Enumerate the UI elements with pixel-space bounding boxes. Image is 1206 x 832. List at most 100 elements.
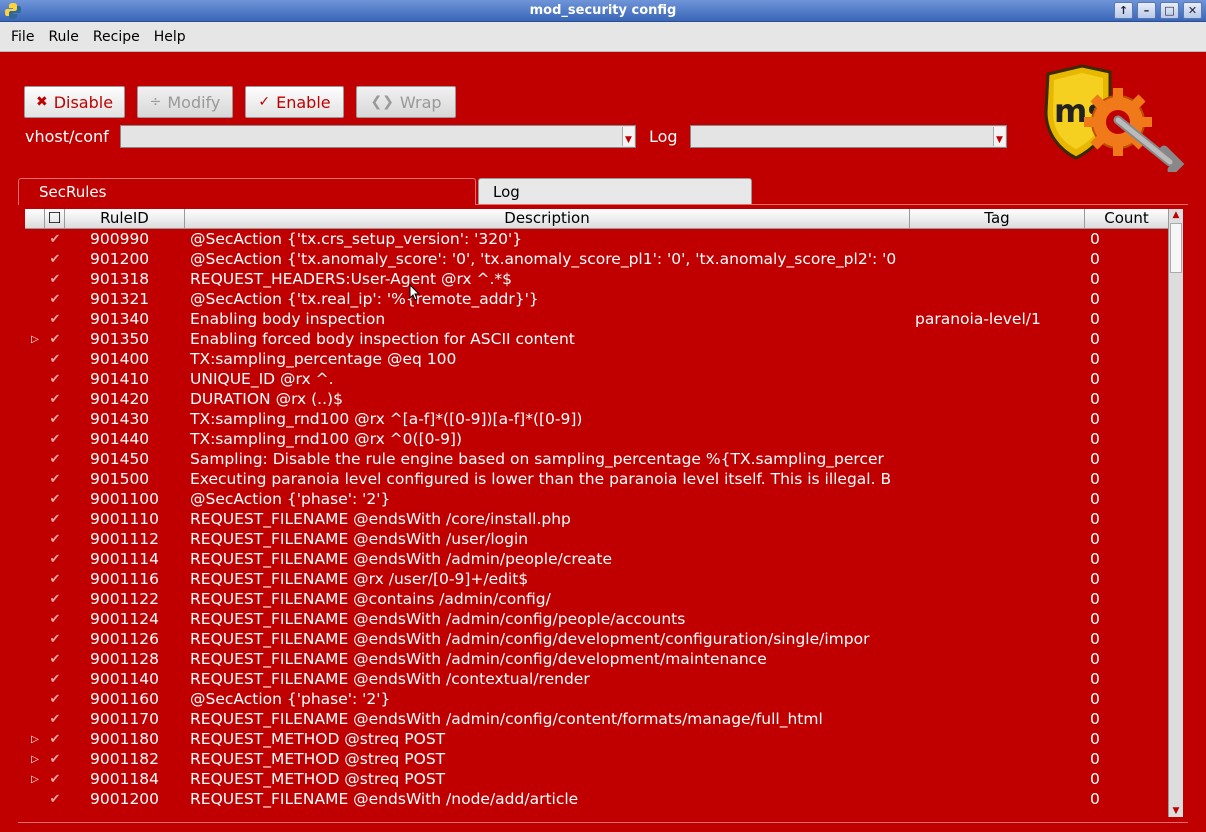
rule-id: 901318 bbox=[90, 270, 150, 288]
scroll-thumb[interactable] bbox=[1170, 223, 1182, 273]
row-check-icon[interactable]: ✔ bbox=[45, 472, 65, 487]
menu-recipe[interactable]: Recipe bbox=[86, 29, 147, 45]
row-check-icon[interactable]: ✔ bbox=[45, 452, 65, 467]
row-check-icon[interactable]: ✔ bbox=[45, 632, 65, 647]
table-row[interactable]: ✔ 901440 TX:sampling_rnd100 @rx ^0([0-9]) 0 bbox=[25, 429, 1168, 449]
log-select[interactable]: ▼ bbox=[690, 125, 1007, 148]
table-row[interactable]: ▷ ✔ 9001184 REQUEST_METHOD @streq POST 0 bbox=[25, 769, 1168, 789]
close-button[interactable]: ✕ bbox=[1183, 2, 1202, 19]
maximize-button[interactable]: □ bbox=[1160, 2, 1179, 19]
log-label: Log bbox=[649, 127, 678, 146]
menu-file[interactable]: File bbox=[4, 29, 41, 45]
rule-description: @SecAction {'tx.real_ip': '%{remote_addr… bbox=[190, 290, 539, 308]
chevron-down-icon[interactable]: ▼ bbox=[622, 127, 634, 146]
table-row[interactable]: ✔ 901318 REQUEST_HEADERS:User-Agent @rx ^.… bbox=[25, 269, 1168, 289]
table-row[interactable]: ✔ 901200 @SecAction {'tx.anomaly_score': '… bbox=[25, 249, 1168, 269]
row-check-icon[interactable]: ✔ bbox=[45, 392, 65, 407]
scroll-up-icon[interactable]: ▲ bbox=[1169, 209, 1183, 221]
modify-label: Modify bbox=[167, 92, 221, 112]
table-row[interactable]: ✔ 901340 Enabling body inspection paranoia-… bbox=[25, 309, 1168, 329]
rule-count: 0 bbox=[1090, 630, 1100, 648]
table-row[interactable]: ✔ 9001200 REQUEST_FILENAME @endsWith /node… bbox=[25, 789, 1168, 809]
table-row[interactable]: ✔ 901500 Executing paranoia level configur… bbox=[25, 469, 1168, 489]
row-check-icon[interactable]: ✔ bbox=[45, 572, 65, 587]
row-check-icon[interactable]: ✔ bbox=[45, 532, 65, 547]
select-all-checkbox[interactable]: ☐ bbox=[45, 209, 65, 229]
count-column-header[interactable]: Count bbox=[1085, 209, 1168, 229]
scroll-down-icon[interactable]: ▼ bbox=[1169, 805, 1183, 817]
table-row[interactable]: ✔ 9001140 REQUEST_FILENAME @endsWith /cont… bbox=[25, 669, 1168, 689]
minimize-button[interactable]: – bbox=[1137, 2, 1156, 19]
tab-log[interactable]: Log bbox=[478, 178, 752, 205]
row-check-icon[interactable]: ✔ bbox=[45, 592, 65, 607]
table-row[interactable]: ▷ ✔ 901350 Enabling forced body inspection … bbox=[25, 329, 1168, 349]
table-row[interactable]: ✔ 9001122 REQUEST_FILENAME @contains /admi… bbox=[25, 589, 1168, 609]
table-row[interactable]: ✔ 901450 Sampling: Disable the rule engine… bbox=[25, 449, 1168, 469]
rule-id: 9001184 bbox=[90, 770, 160, 788]
expand-arrow-icon[interactable]: ▷ bbox=[25, 774, 45, 785]
window-up-button[interactable]: ↑ bbox=[1114, 2, 1133, 19]
rule-id: 901420 bbox=[90, 390, 150, 408]
vhost-select[interactable]: ▼ bbox=[120, 125, 636, 148]
row-check-icon[interactable]: ✔ bbox=[45, 332, 65, 347]
rule-id: 9001110 bbox=[90, 510, 160, 528]
row-check-icon[interactable]: ✔ bbox=[45, 352, 65, 367]
table-row[interactable]: ✔ 9001100 @SecAction {'phase': '2'} 0 bbox=[25, 489, 1168, 509]
row-check-icon[interactable]: ✔ bbox=[45, 512, 65, 527]
table-row[interactable]: ✔ 9001112 REQUEST_FILENAME @endsWith /user… bbox=[25, 529, 1168, 549]
table-row[interactable]: ✔ 901430 TX:sampling_rnd100 @rx ^[a-f]*([0… bbox=[25, 409, 1168, 429]
table-row[interactable]: ✔ 9001160 @SecAction {'phase': '2'} 0 bbox=[25, 689, 1168, 709]
wrap-button[interactable]: ❮❯ Wrap bbox=[356, 86, 456, 118]
table-row[interactable]: ✔ 9001126 REQUEST_FILENAME @endsWith /admi… bbox=[25, 629, 1168, 649]
expand-arrow-icon[interactable]: ▷ bbox=[25, 334, 45, 345]
table-row[interactable]: ▷ ✔ 9001182 REQUEST_METHOD @streq POST 0 bbox=[25, 749, 1168, 769]
description-column-header[interactable]: Description bbox=[185, 209, 910, 229]
row-check-icon[interactable]: ✔ bbox=[45, 252, 65, 267]
menu-help[interactable]: Help bbox=[147, 29, 193, 45]
tag-column-header[interactable]: Tag bbox=[910, 209, 1085, 229]
row-check-icon[interactable]: ✔ bbox=[45, 552, 65, 567]
row-check-icon[interactable]: ✔ bbox=[45, 432, 65, 447]
rule-count: 0 bbox=[1090, 670, 1100, 688]
row-check-icon[interactable]: ✔ bbox=[45, 292, 65, 307]
row-check-icon[interactable]: ✔ bbox=[45, 712, 65, 727]
row-check-icon[interactable]: ✔ bbox=[45, 672, 65, 687]
disable-button[interactable]: ✖ Disable bbox=[24, 86, 125, 118]
row-check-icon[interactable]: ✔ bbox=[45, 372, 65, 387]
row-check-icon[interactable]: ✔ bbox=[45, 652, 65, 667]
row-check-icon[interactable]: ✔ bbox=[45, 612, 65, 627]
table-row[interactable]: ✔ 9001128 REQUEST_FILENAME @endsWith /admi… bbox=[25, 649, 1168, 669]
tab-secrules[interactable]: SecRules bbox=[18, 178, 476, 205]
modify-button[interactable]: ÷ Modify bbox=[137, 86, 233, 118]
row-check-icon[interactable]: ✔ bbox=[45, 792, 65, 807]
table-row[interactable]: ✔ 9001110 REQUEST_FILENAME @endsWith /core… bbox=[25, 509, 1168, 529]
table-row[interactable]: ✔ 9001124 REQUEST_FILENAME @endsWith /admi… bbox=[25, 609, 1168, 629]
row-check-icon[interactable]: ✔ bbox=[45, 412, 65, 427]
vertical-scrollbar[interactable]: ▲ ▼ bbox=[1168, 209, 1183, 817]
table-row[interactable]: ✔ 900990 @SecAction {'tx.crs_setup_version… bbox=[25, 229, 1168, 249]
table-row[interactable]: ✔ 901410 UNIQUE_ID @rx ^. 0 bbox=[25, 369, 1168, 389]
rule-count: 0 bbox=[1090, 410, 1100, 428]
row-check-icon[interactable]: ✔ bbox=[45, 272, 65, 287]
ruleid-column-header[interactable]: RuleID bbox=[65, 209, 185, 229]
expand-arrow-icon[interactable]: ▷ bbox=[25, 734, 45, 745]
table-row[interactable]: ✔ 901400 TX:sampling_percentage @eq 100 0 bbox=[25, 349, 1168, 369]
chevron-down-icon[interactable]: ▼ bbox=[993, 127, 1005, 146]
row-check-icon[interactable]: ✔ bbox=[45, 312, 65, 327]
row-check-icon[interactable]: ✔ bbox=[45, 492, 65, 507]
row-check-icon[interactable]: ✔ bbox=[45, 772, 65, 787]
enable-button[interactable]: ✓ Enable bbox=[245, 86, 344, 118]
table-row[interactable]: ✔ 9001116 REQUEST_FILENAME @rx /user/[0-9]… bbox=[25, 569, 1168, 589]
table-row[interactable]: ✔ 901321 @SecAction {'tx.real_ip': '%{remo… bbox=[25, 289, 1168, 309]
row-check-icon[interactable]: ✔ bbox=[45, 692, 65, 707]
row-check-icon[interactable]: ✔ bbox=[45, 232, 65, 247]
table-row[interactable]: ✔ 901420 DURATION @rx (..)$ 0 bbox=[25, 389, 1168, 409]
row-check-icon[interactable]: ✔ bbox=[45, 752, 65, 767]
table-row[interactable]: ▷ ✔ 9001180 REQUEST_METHOD @streq POST 0 bbox=[25, 729, 1168, 749]
table-row[interactable]: ✔ 9001114 REQUEST_FILENAME @endsWith /admi… bbox=[25, 549, 1168, 569]
row-check-icon[interactable]: ✔ bbox=[45, 732, 65, 747]
title-bar: mod_security config ↑ – □ ✕ bbox=[0, 0, 1206, 22]
table-row[interactable]: ✔ 9001170 REQUEST_FILENAME @endsWith /admi… bbox=[25, 709, 1168, 729]
menu-rule[interactable]: Rule bbox=[41, 29, 85, 45]
expand-arrow-icon[interactable]: ▷ bbox=[25, 754, 45, 765]
